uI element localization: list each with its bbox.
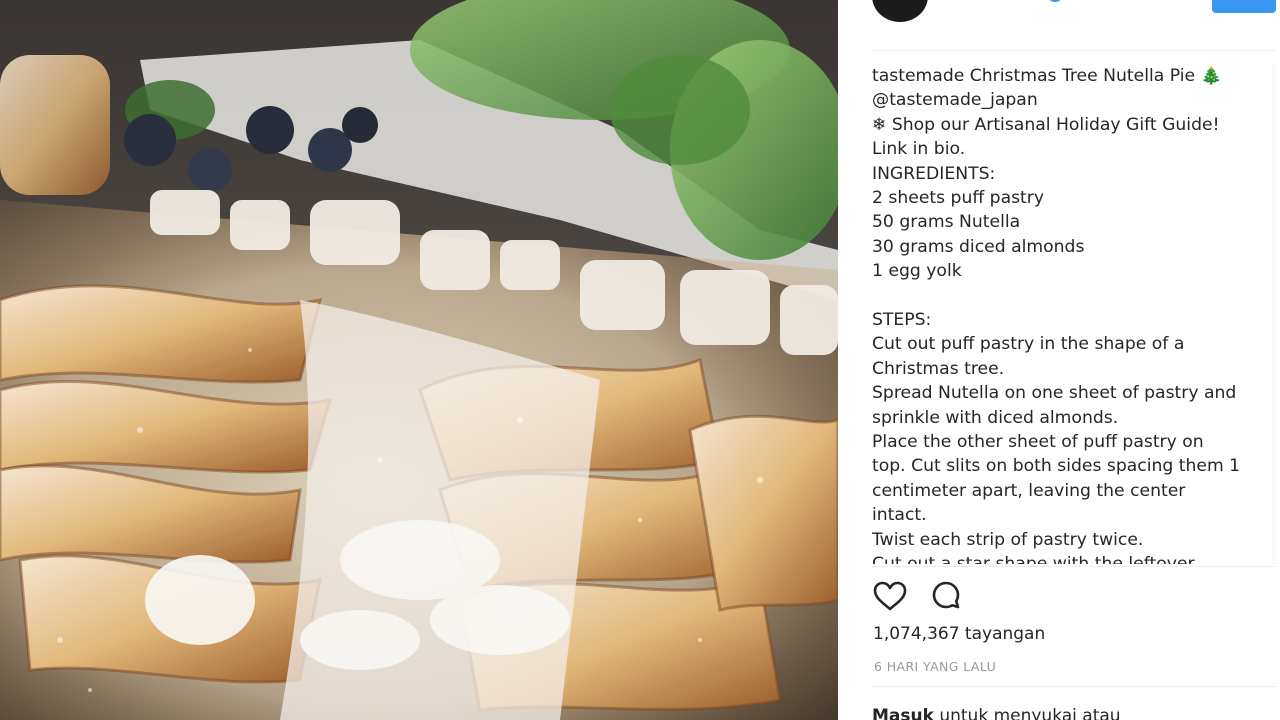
post-photo[interactable]	[0, 0, 838, 720]
post-timestamp: 6 HARI YANG LALU	[874, 659, 997, 674]
verified-badge-icon	[1048, 0, 1062, 2]
heart-icon	[873, 581, 907, 611]
caption-line: 1 egg yolk	[872, 261, 962, 282]
pastry-photo-image	[0, 0, 838, 720]
caption-line: centimeter apart, leaving the center	[872, 480, 1186, 501]
caption-line: INGREDIENTS:	[872, 163, 996, 184]
caption-line: Spread Nutella on one sheet of pastry an…	[872, 383, 1237, 404]
caption-line: STEPS:	[872, 310, 932, 331]
caption-title: Christmas Tree Nutella Pie 🎄	[964, 66, 1222, 86]
caption-line: Cut out a star shape with the leftover	[872, 552, 1272, 564]
comment-divider	[872, 686, 1276, 687]
login-prompt-text: untuk menyukai atau	[933, 706, 1121, 720]
caption-line	[872, 284, 1272, 308]
caption-mention-link[interactable]: @tastemade_japan	[872, 88, 1272, 112]
actions-divider	[872, 566, 1276, 567]
caption-line: Christmas tree.	[872, 358, 1005, 379]
caption-line: top. Cut slits on both sides spacing the…	[872, 456, 1241, 477]
like-button[interactable]	[872, 578, 908, 614]
caption-line: Place the other sheet of puff pastry on	[872, 432, 1204, 453]
caption-line: sprinkle with diced almonds.	[872, 407, 1119, 428]
action-bar	[872, 578, 964, 614]
caption-username-link[interactable]: tastemade	[872, 66, 964, 86]
comment-button[interactable]	[928, 578, 964, 614]
caption-line: Link in bio.	[872, 139, 966, 160]
caption-line: ❄ Shop our Artisanal Holiday Gift Guide!	[872, 114, 1220, 135]
caption-line: 30 grams diced almonds	[872, 236, 1085, 257]
caption: tastemade Christmas Tree Nutella Pie 🎄 @t…	[872, 64, 1272, 564]
caption-line: 2 sheets puff pastry	[872, 188, 1045, 209]
caption-line: tastemade Christmas Tree Nutella Pie 🎄	[872, 64, 1272, 88]
post-sidebar: tastemade Christmas Tree Nutella Pie 🎄 @t…	[838, 0, 1280, 720]
caption-line: intact.	[872, 505, 927, 526]
caption-line: 50 grams Nutella	[872, 212, 1021, 233]
caption-scrollbar[interactable]	[1272, 64, 1276, 564]
view-count: 1,074,367 tayangan	[873, 624, 1046, 644]
comment-icon	[932, 581, 960, 609]
caption-line: Twist each strip of pastry twice.	[872, 529, 1144, 550]
comment-login-prompt: Masuk untuk menyukai atau	[872, 706, 1121, 720]
login-link[interactable]: Masuk	[872, 706, 934, 720]
header-divider	[872, 50, 1276, 51]
avatar[interactable]	[872, 0, 928, 22]
caption-line: Cut out puff pastry in the shape of a	[872, 334, 1185, 355]
follow-button[interactable]	[1212, 0, 1276, 13]
